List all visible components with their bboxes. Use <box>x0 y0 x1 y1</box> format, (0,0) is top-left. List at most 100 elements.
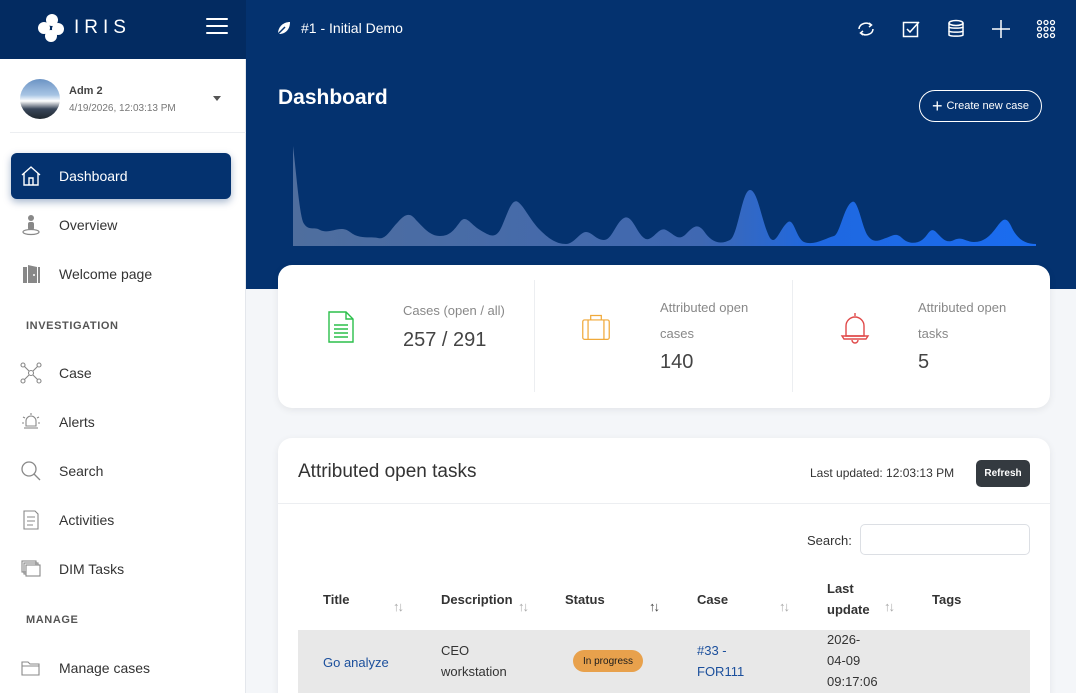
stat-attributed-cases: Attributed open cases 140 <box>535 265 792 408</box>
brand-name: IRIS <box>74 17 131 38</box>
stat-value: 5 <box>918 351 930 373</box>
text-line: 09:17:06 <box>827 674 878 689</box>
text-line: CEO <box>441 643 470 658</box>
text-line: #33 - <box>697 643 727 658</box>
network-icon <box>20 362 42 384</box>
apps-grid-icon[interactable] <box>1034 17 1058 41</box>
column-header-case[interactable]: Case <box>697 589 728 610</box>
menu-toggle-icon[interactable] <box>206 18 228 36</box>
column-header-tags[interactable]: Tags <box>932 589 961 610</box>
task-description: CEO workstation <box>441 640 507 682</box>
database-icon[interactable] <box>944 17 968 41</box>
sidebar-item-search[interactable]: Search <box>11 448 231 494</box>
section-title-manage: MANAGE <box>26 614 79 626</box>
task-title-link[interactable]: Go analyze <box>323 652 389 673</box>
current-case[interactable]: #1 - Initial Demo <box>276 20 403 36</box>
sparkline-area <box>293 146 1036 246</box>
case-link[interactable]: #33 - FOR111 <box>697 640 744 682</box>
user-name: Adm 2 <box>69 85 103 97</box>
last-updated-text: Last updated: 12:03:13 PM <box>810 466 955 480</box>
header-line: update <box>827 602 870 617</box>
sidebar-item-manage-cases[interactable]: Manage cases <box>11 645 231 691</box>
sidebar-item-overview[interactable]: Overview <box>11 202 231 248</box>
refresh-button[interactable]: Refresh <box>976 460 1030 487</box>
sidebar-item-label: Welcome page <box>59 266 153 282</box>
sidebar-item-label: Search <box>59 463 104 479</box>
user-datetime: 4/19/2026, 12:03:13 PM <box>69 103 176 114</box>
card-title: Attributed open tasks <box>298 461 477 482</box>
avatar <box>20 79 60 119</box>
list-icon <box>20 509 42 531</box>
text-line: FOR111 <box>697 664 745 679</box>
search-input[interactable] <box>860 524 1030 555</box>
person-pin-icon <box>20 214 42 236</box>
stat-label: Attributed open <box>660 300 749 315</box>
sidebar-item-case[interactable]: Case <box>11 350 231 396</box>
home-icon <box>20 165 42 187</box>
search-label: Search: <box>807 533 852 548</box>
sidebar-item-label: Manage cases <box>59 660 151 676</box>
section-title-investigation: INVESTIGATION <box>26 320 119 332</box>
sidebar-item-dim-tasks[interactable]: DIM Tasks <box>11 546 231 592</box>
status-badge: In progress <box>573 650 644 672</box>
top-navbar: IRIS #1 - Initial Demo <box>0 0 1076 59</box>
stat-label: Cases (open / all) <box>403 303 505 318</box>
sidebar-item-alerts[interactable]: Alerts <box>11 399 231 445</box>
stat-attributed-tasks: Attributed open tasks 5 <box>792 265 1050 408</box>
door-icon <box>20 263 42 285</box>
stat-value: 257 / 291 <box>403 329 487 351</box>
column-header-description[interactable]: Description <box>441 589 513 610</box>
sidebar-item-label: Alerts <box>59 414 95 430</box>
stat-label: tasks <box>918 326 949 341</box>
sidebar-item-dashboard[interactable]: Dashboard <box>11 153 231 199</box>
refresh-icon[interactable] <box>854 17 878 41</box>
sort-icon[interactable]: ↑↓ <box>649 599 660 614</box>
column-header-status[interactable]: Status <box>565 589 605 610</box>
iris-logo[interactable]: IRIS <box>38 14 131 42</box>
header-line: Last <box>827 581 854 596</box>
case-title-text: #1 - Initial Demo <box>301 20 403 36</box>
chevron-down-icon[interactable] <box>213 96 221 101</box>
table-row[interactable]: Go analyze CEO workstation In progress #… <box>298 630 1030 693</box>
column-header-last-update[interactable]: Last update <box>827 578 870 620</box>
create-new-case-label: Create new case <box>946 100 1030 112</box>
sidebar-item-label: Case <box>59 365 92 381</box>
column-header-title[interactable]: Title <box>323 589 350 610</box>
divider <box>278 503 1050 504</box>
briefcase-icon <box>582 314 610 340</box>
sidebar-item-label: Dashboard <box>59 168 128 184</box>
stats-card: Cases (open / all) 257 / 291 Attributed … <box>278 265 1050 408</box>
brand-area: IRIS <box>0 0 246 59</box>
search-icon <box>20 460 42 482</box>
document-icon <box>328 311 354 343</box>
sidebar-item-label: Activities <box>59 512 115 528</box>
sort-icon[interactable]: ↑↓ <box>393 599 404 614</box>
sort-icon[interactable]: ↑↓ <box>518 599 529 614</box>
sidebar-item-activities[interactable]: Activities <box>11 497 231 543</box>
plus-icon[interactable] <box>989 17 1013 41</box>
text-line: 04-09 <box>827 653 861 668</box>
leaf-icon <box>276 22 290 36</box>
stat-cases: Cases (open / all) 257 / 291 <box>278 265 535 408</box>
stat-label: cases <box>660 326 694 341</box>
attributed-tasks-card: Attributed open tasks Last updated: 12:0… <box>278 438 1050 693</box>
text-line: workstation <box>441 664 507 679</box>
stat-label: Attributed open <box>918 300 1007 315</box>
plus-icon: + <box>931 96 943 116</box>
cases-sparkline <box>293 146 1036 246</box>
checkbox-icon[interactable] <box>899 17 923 41</box>
sidebar-item-welcome-page[interactable]: Welcome page <box>11 251 231 297</box>
stat-value: 140 <box>660 351 694 373</box>
sort-icon[interactable]: ↑↓ <box>884 599 895 614</box>
sort-icon[interactable]: ↑↓ <box>779 599 790 614</box>
bell-icon <box>840 313 870 344</box>
last-update-value: 2026- 04-09 09:17:06 <box>827 629 878 692</box>
page-title: Dashboard <box>278 86 388 109</box>
create-new-case-button[interactable]: + Create new case <box>919 90 1042 122</box>
folder-icon <box>20 657 42 679</box>
sidebar: Adm 2 4/19/2026, 12:03:13 PM Dashboard O… <box>0 59 246 693</box>
stack-icon <box>20 558 42 580</box>
user-panel[interactable]: Adm 2 4/19/2026, 12:03:13 PM <box>10 59 246 133</box>
alert-icon <box>20 411 42 433</box>
sidebar-item-label: DIM Tasks <box>59 561 125 577</box>
